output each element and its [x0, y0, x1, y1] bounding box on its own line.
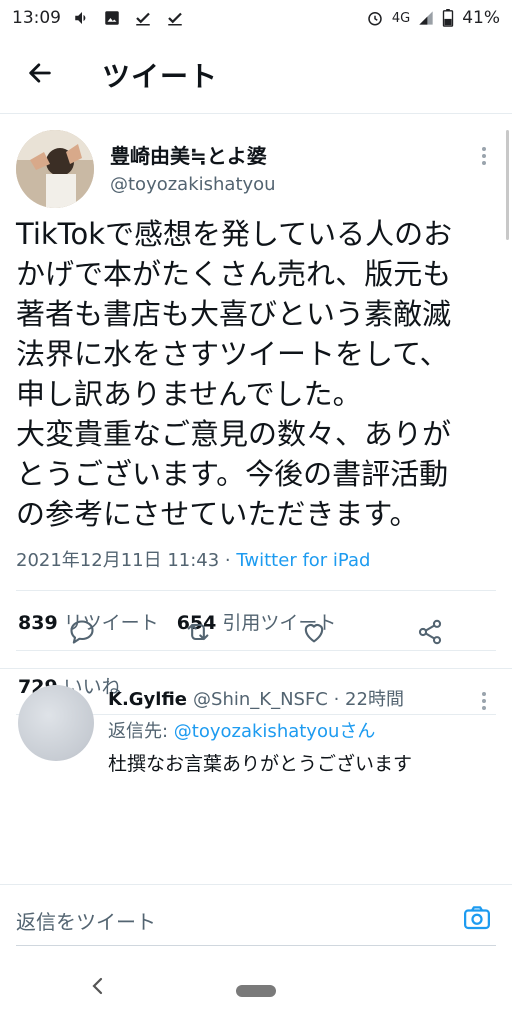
retweet-icon [183, 618, 213, 650]
author-avatar[interactable] [16, 130, 94, 208]
tweet-more-button[interactable] [470, 142, 498, 170]
reply-to-line: 返信先: @toyozakishatyouさん [108, 717, 375, 743]
alarm-icon [366, 9, 384, 27]
reply-composer: 返信をツイート [0, 884, 512, 954]
reply-more-button[interactable] [470, 687, 498, 715]
volume-icon [73, 9, 91, 27]
more-icon-dot [482, 706, 486, 710]
tweet-source-link[interactable]: Twitter for iPad [236, 550, 370, 571]
tweet-author-row: 豊崎由美≒とよ婆 @toyozakishatyou [0, 114, 512, 214]
tweet-meta: 2021年12月11日 11:43 · Twitter for iPad [16, 546, 370, 572]
image-icon [103, 9, 121, 27]
battery-icon [442, 9, 454, 27]
tweet-action-bar [0, 604, 512, 664]
status-bar: 13:09 4G 41% [0, 0, 512, 36]
retweet-button[interactable] [178, 614, 218, 654]
reply-icon [68, 618, 96, 650]
camera-button[interactable] [460, 903, 494, 937]
battery-level: 41% [462, 8, 500, 28]
more-icon [482, 147, 486, 151]
reply-button[interactable] [62, 614, 102, 654]
author-handle[interactable]: @toyozakishatyou [110, 174, 276, 195]
reply-tweet[interactable]: K.Gylfie @Shin_K_NSFC · 22時間 返信先: @toyoza… [0, 668, 512, 775]
more-icon-dot [482, 154, 486, 158]
check-icon [133, 9, 153, 27]
status-time: 13:09 [12, 8, 61, 28]
system-nav-bar [0, 954, 512, 1024]
composer-underline [16, 945, 496, 946]
scrollbar[interactable] [506, 130, 509, 240]
back-arrow-icon [26, 59, 54, 91]
signal-icon [418, 10, 434, 26]
page-title: ツイート [102, 59, 219, 93]
tweet-text: TikTokで感想を発している人のお かげで本がたくさん売れ、版元も 著者も書店… [16, 217, 453, 531]
reply-header: K.Gylfie @Shin_K_NSFC · 22時間 [108, 685, 404, 711]
reply-text: 杜撰なお言葉ありがとうございます [108, 753, 413, 775]
reply-to-prefix: 返信先: [108, 721, 174, 742]
like-icon [300, 618, 328, 650]
reply-author-handle[interactable]: @Shin_K_NSFC [193, 689, 328, 710]
reply-to-mention[interactable]: @toyozakishatyouさん [174, 721, 376, 742]
divider [16, 590, 496, 591]
tweet-timestamp: 2021年12月11日 11:43 · [16, 550, 237, 571]
like-button[interactable] [294, 614, 334, 654]
nav-home-pill[interactable] [236, 985, 276, 997]
network-label: 4G [391, 10, 411, 26]
back-button[interactable] [0, 36, 80, 114]
reply-time: · 22時間 [333, 689, 404, 710]
camera-icon [461, 903, 493, 937]
reply-avatar[interactable] [18, 685, 94, 761]
nav-back-icon [91, 977, 105, 999]
author-name[interactable]: 豊崎由美≒とよ婆 [110, 140, 267, 169]
nav-back-button[interactable] [86, 976, 110, 1000]
top-app-bar: ツイート [0, 36, 512, 114]
more-icon-dot [482, 161, 486, 165]
reply-author-name[interactable]: K.Gylfie [108, 689, 187, 710]
main-tweet: 豊崎由美≒とよ婆 @toyozakishatyou TikTokで感想を発してい… [0, 114, 512, 715]
share-icon [416, 618, 444, 650]
more-icon-dot [482, 699, 486, 703]
share-button[interactable] [410, 614, 450, 654]
check-icon-2 [165, 9, 185, 27]
more-icon [482, 692, 486, 696]
